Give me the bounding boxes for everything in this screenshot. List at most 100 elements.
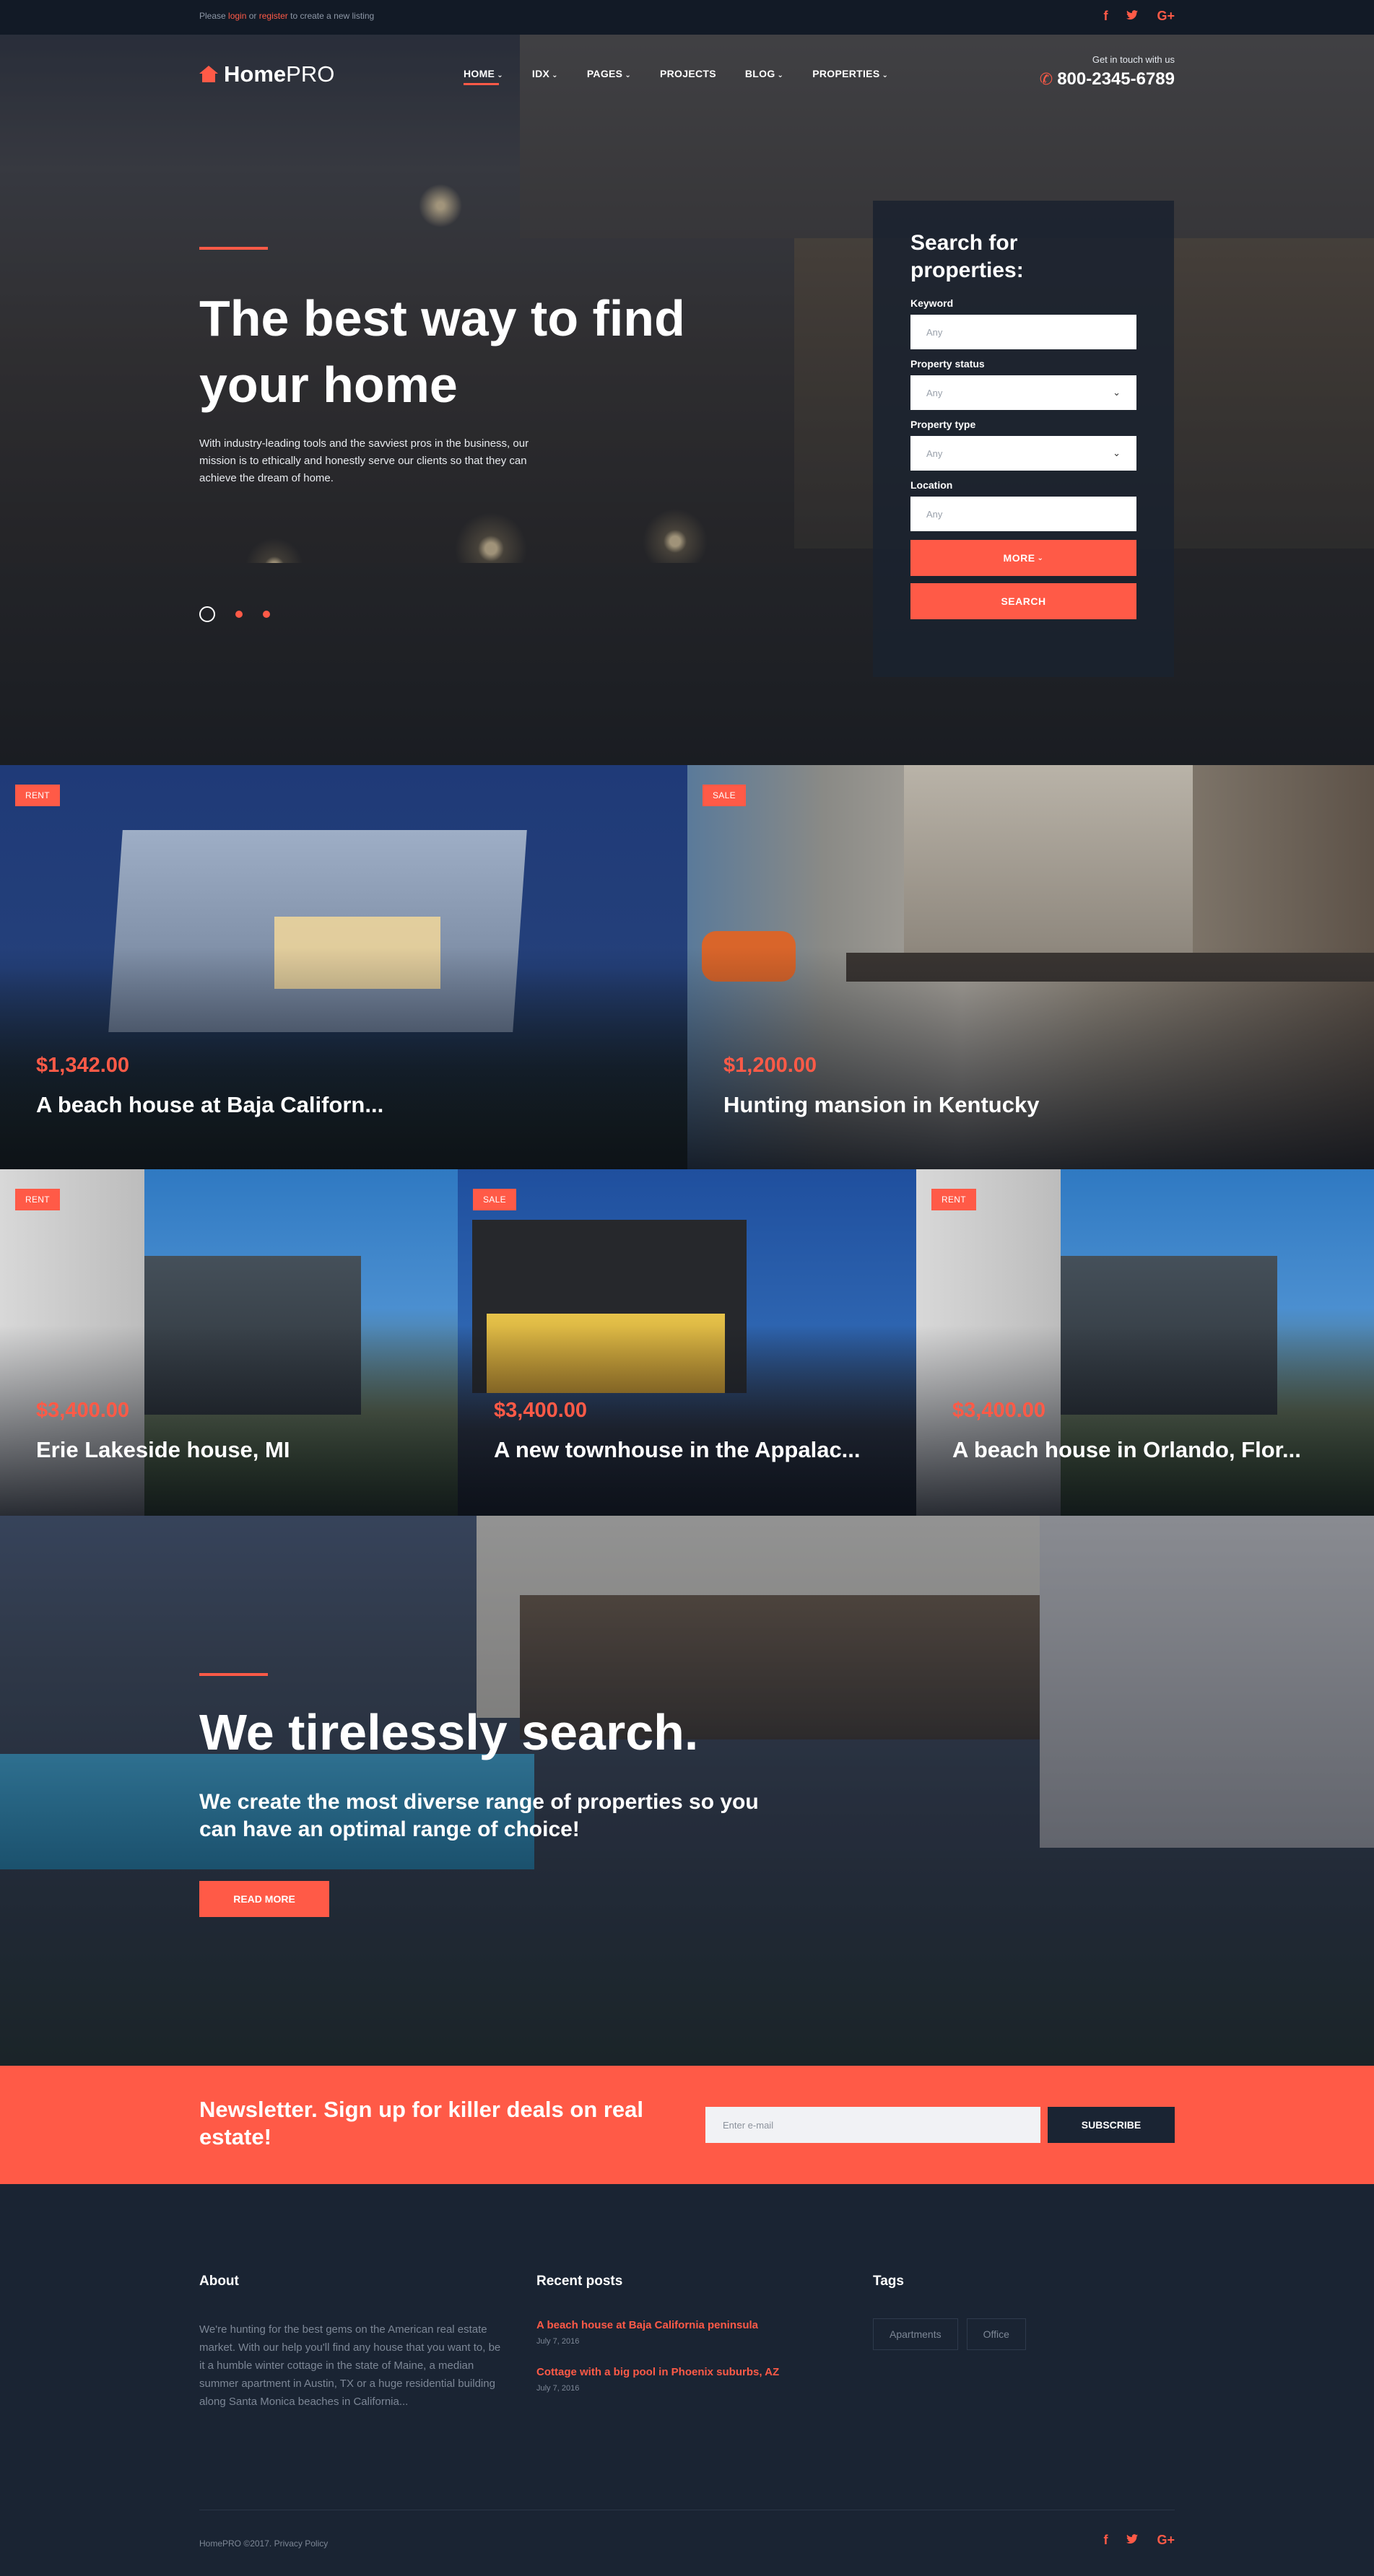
login-prompt-suffix: to create a new listing [290,11,375,21]
property-card[interactable]: SALE $3,400.00 A new townhouse in the Ap… [458,1169,916,1516]
post-date: July 7, 2016 [536,2384,580,2393]
login-link[interactable]: login [228,11,246,21]
contact-phone[interactable]: ✆ 800-2345-6789 [1040,69,1175,89]
type-select[interactable]: Any ⌄ [910,436,1136,471]
logo[interactable]: HomePRO [199,61,334,87]
keyword-placeholder: Any [926,326,943,338]
nav-item-idx[interactable]: IDX ⌄ [532,68,558,79]
recent-post: A beach house at Baja California peninsu… [536,2319,758,2346]
facebook-icon[interactable]: f [1103,2533,1108,2546]
nav-label-home: HOME [464,68,495,79]
property-title[interactable]: A new townhouse in the Appalac... [494,1437,861,1463]
property-price: $1,200.00 [723,1054,817,1077]
kitchen-wall-image [904,765,1193,953]
login-prompt-or: or [248,11,257,21]
chevron-down-icon: ⌄ [552,71,558,79]
hero-title: The best way to find your home [199,290,685,413]
nav-label-pages: PAGES [586,68,623,79]
property-price: $3,400.00 [36,1399,130,1422]
top-bar: Please login or register to create a new… [0,0,1374,35]
status-badge: RENT [931,1189,976,1210]
property-card[interactable]: RENT $3,400.00 Erie Lakeside house, MI [0,1169,458,1516]
recent-posts-heading: Recent posts [536,2274,623,2289]
nav-item-pages[interactable]: PAGES ⌄ [587,68,631,79]
logo-text-bold: Home [224,61,287,87]
read-more-button[interactable]: READ MORE [199,1881,329,1917]
copyright-text: HomePRO ©2017. [199,2538,272,2549]
property-price: $3,400.00 [952,1399,1046,1422]
type-label: Property type [910,419,976,430]
email-placeholder: Enter e-mail [723,2119,774,2131]
property-title[interactable]: A beach house at Baja Californ... [36,1092,383,1118]
chevron-down-icon: ⌄ [1037,554,1044,562]
nav-label-projects: PROJECTS [660,68,716,79]
property-title[interactable]: A beach house in Orlando, Flor... [952,1437,1301,1463]
status-select[interactable]: Any ⌄ [910,375,1136,410]
property-card[interactable]: RENT $3,400.00 A beach house in Orlando,… [916,1169,1374,1516]
chevron-down-icon: ⌄ [625,71,631,79]
nav-label-idx: IDX [531,68,550,79]
newsletter-title: Newsletter. Sign up for killer deals on … [199,2097,644,2149]
facebook-icon[interactable]: f [1103,9,1108,22]
about-title: We tirelessly search. [199,1704,699,1760]
footer-about-text: We're hunting for the best gems on the A… [199,2323,501,2408]
status-badge: SALE [473,1189,516,1210]
more-label: MORE [1003,552,1035,564]
nav-item-projects[interactable]: PROJECTS [660,68,716,79]
google-plus-icon[interactable]: G+ [1157,9,1175,22]
location-input[interactable]: Any [910,497,1136,531]
status-value: Any [926,387,943,398]
chevron-down-icon: ⌄ [777,71,784,79]
slider-dot-3[interactable] [263,611,270,618]
keyword-input[interactable]: Any [910,315,1136,349]
property-price: $1,342.00 [36,1054,130,1077]
tags-heading: Tags [873,2274,904,2289]
tag-office[interactable]: Office [966,2318,1026,2350]
top-social-links: f G+ [1103,9,1175,22]
nav-label-properties: PROPERTIES [812,68,880,79]
google-plus-icon[interactable]: G+ [1157,2533,1175,2546]
property-title[interactable]: Erie Lakeside house, MI [36,1437,290,1463]
tag-apartments[interactable]: Apartments [873,2318,958,2350]
status-badge: RENT [15,1189,60,1210]
contact-label: Get in touch with us [1092,54,1175,65]
nav-item-home[interactable]: HOME ⌄ [464,68,503,85]
subscribe-button[interactable]: SUBSCRIBE [1048,2107,1175,2143]
main-nav: HOME ⌄ IDX ⌄ PAGES ⌄ PROJECTS BLOG ⌄ PROPERT… [464,68,917,85]
footer-social-links: f G+ [1103,2533,1175,2546]
house-logo-icon [199,66,218,83]
search-title: Search for properties: [910,231,1024,282]
recent-post: Cottage with a big pool in Phoenix subur… [536,2366,779,2393]
property-title[interactable]: Hunting mansion in Kentucky [723,1092,1039,1118]
slider-pagination [199,606,270,622]
post-title[interactable]: A beach house at Baja California peninsu… [536,2319,758,2331]
twitter-icon[interactable] [1126,9,1139,22]
chevron-down-icon: ⌄ [1113,447,1121,458]
slider-dot-1[interactable] [199,606,215,622]
register-link[interactable]: register [259,11,288,21]
location-label: Location [910,479,953,491]
nav-item-blog[interactable]: BLOG ⌄ [745,68,783,79]
phone-number: 800-2345-6789 [1057,69,1175,89]
search-button[interactable]: SEARCH [910,583,1136,619]
post-title[interactable]: Cottage with a big pool in Phoenix subur… [536,2366,779,2378]
status-label: Property status [910,358,985,370]
property-card[interactable]: SALE $1,200.00 Hunting mansion in Kentuc… [687,765,1374,1169]
privacy-policy-link[interactable]: Privacy Policy [274,2538,329,2549]
slider-dot-2[interactable] [235,611,243,618]
twitter-icon[interactable] [1126,2533,1139,2546]
property-card[interactable]: RENT $1,342.00 A beach house at Baja Cal… [0,765,687,1169]
type-value: Any [926,447,943,459]
chevron-down-icon: ⌄ [497,71,503,79]
keyword-label: Keyword [910,297,954,309]
logo-text-light: PRO [286,61,335,87]
search-label: SEARCH [1001,595,1046,607]
more-button[interactable]: MORE ⌄ [910,540,1136,576]
email-field[interactable]: Enter e-mail [705,2107,1040,2143]
post-date: July 7, 2016 [536,2337,580,2346]
chevron-down-icon: ⌄ [882,71,889,79]
nav-item-properties[interactable]: PROPERTIES ⌄ [812,68,888,79]
login-prompt-prefix: Please [199,11,226,21]
location-placeholder: Any [926,508,943,520]
chevron-down-icon: ⌄ [1113,387,1121,398]
